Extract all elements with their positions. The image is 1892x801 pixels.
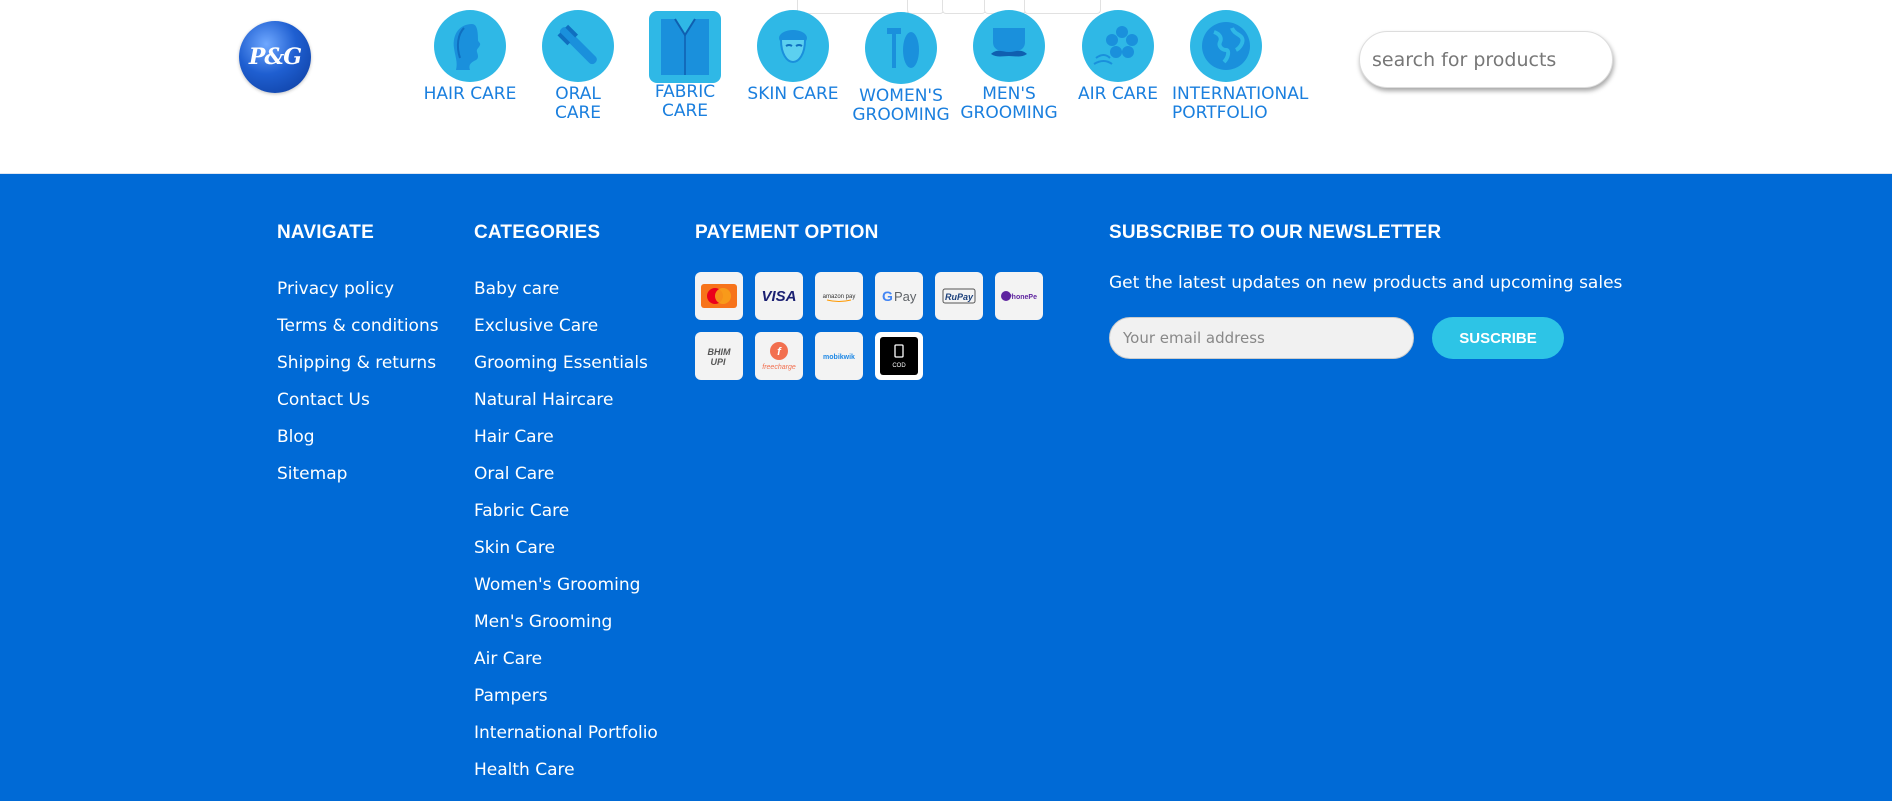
category-oral-care[interactable]: ORAL CARE (523, 10, 633, 123)
footer-category-link[interactable]: International Portfolio (474, 722, 658, 759)
payment-heading: PAYEMENT OPTION (695, 222, 879, 243)
category-fabric-care[interactable]: FABRIC CARE (630, 11, 740, 121)
svg-text:PhonePe: PhonePe (1007, 294, 1037, 301)
mastercard-icon (695, 272, 743, 320)
footer-category-link[interactable]: Fabric Care (474, 500, 658, 537)
category-skin-care[interactable]: SKIN CARE (738, 10, 848, 104)
category-mens-grooming[interactable]: MEN'S GROOMING (954, 10, 1064, 123)
footer-category-link[interactable]: Natural Haircare (474, 389, 658, 426)
shirt-icon (649, 11, 721, 83)
svg-text:COD: COD (892, 363, 906, 369)
cod-icon: COD (875, 332, 923, 380)
footer-category-link[interactable]: Baby care (474, 278, 658, 315)
woman-face-icon (434, 10, 506, 82)
svg-text:BHIM: BHIM (708, 347, 731, 357)
category-label: MEN'S GROOMING (960, 84, 1058, 123)
footer-link-blog[interactable]: Blog (277, 426, 439, 463)
rupay-icon: RuPay (935, 272, 983, 320)
navigate-heading: NAVIGATE (277, 222, 374, 243)
svg-text:freecharge: freecharge (762, 364, 796, 371)
footer-link-shipping[interactable]: Shipping & returns (277, 352, 439, 389)
footer-category-link[interactable]: Men's Grooming (474, 611, 658, 648)
footer-link-sitemap[interactable]: Sitemap (277, 463, 439, 500)
visa-icon: VISA (755, 272, 803, 320)
svg-text:mobikwik: mobikwik (823, 354, 855, 361)
footer-link-privacy-policy[interactable]: Privacy policy (277, 278, 439, 315)
categories-heading: CATEGORIES (474, 222, 601, 243)
email-field[interactable] (1109, 317, 1414, 359)
toothbrush-icon (542, 10, 614, 82)
freecharge-icon: f freecharge (755, 332, 803, 380)
pg-logo[interactable]: P&G (239, 21, 311, 93)
bhim-upi-icon: BHIM UPI (695, 332, 743, 380)
svg-text:amazon pay: amazon pay (823, 294, 856, 300)
amazon-pay-icon: amazon pay (815, 272, 863, 320)
site-footer: NAVIGATE Privacy policy Terms & conditio… (0, 174, 1892, 801)
footer-category-link[interactable]: Pampers (474, 685, 658, 722)
globe-icon (1190, 10, 1262, 82)
category-label: HAIR CARE (423, 84, 517, 104)
site-header: P&G HAIR CARE ORAL CARE FABRIC CARE SKIN… (0, 0, 1892, 175)
flower-icon (1082, 10, 1154, 82)
footer-category-link[interactable]: Health Care (474, 759, 658, 796)
category-air-care[interactable]: AIR CARE (1063, 10, 1173, 104)
subscribe-button[interactable]: SUSCRIBE (1432, 317, 1564, 359)
footer-category-link[interactable]: Air Care (474, 648, 658, 685)
footer-link-terms[interactable]: Terms & conditions (277, 315, 439, 352)
footer-link-contact[interactable]: Contact Us (277, 389, 439, 426)
svg-text:Pay: Pay (894, 289, 917, 304)
category-label: ORAL CARE (554, 84, 602, 123)
category-label: INTERNATIONAL PORTFOLIO (1172, 84, 1309, 123)
svg-text:VISA: VISA (761, 288, 796, 304)
navigate-list: Privacy policy Terms & conditions Shippi… (277, 278, 439, 500)
phonepe-icon: PhonePe (995, 272, 1043, 320)
mustache-icon (973, 10, 1045, 82)
footer-category-link[interactable]: Grooming Essentials (474, 352, 658, 389)
footer-category-link[interactable]: Women's Grooming (474, 574, 658, 611)
category-label: AIR CARE (1078, 84, 1158, 104)
google-pay-icon: G Pay (875, 272, 923, 320)
svg-text:RuPay: RuPay (945, 292, 974, 302)
category-label: WOMEN'S GROOMING (852, 86, 950, 125)
search-input[interactable] (1359, 31, 1613, 88)
newsletter-description: Get the latest updates on new products a… (1109, 273, 1623, 293)
categories-list: Baby care Exclusive Care Grooming Essent… (474, 278, 658, 796)
category-womens-grooming[interactable]: WOMEN'S GROOMING (846, 12, 956, 125)
mobikwik-icon: mobikwik (815, 332, 863, 380)
footer-category-link[interactable]: Skin Care (474, 537, 658, 574)
newsletter-heading: SUBSCRIBE TO OUR NEWSLETTER (1109, 222, 1442, 243)
svg-text:G: G (882, 288, 893, 304)
footer-category-link[interactable]: Hair Care (474, 426, 658, 463)
category-hair-care[interactable]: HAIR CARE (415, 10, 525, 104)
face-mask-icon (757, 10, 829, 82)
footer-category-link[interactable]: Exclusive Care (474, 315, 658, 352)
category-international-portfolio[interactable]: INTERNATIONAL PORTFOLIO (1172, 10, 1322, 123)
category-label: SKIN CARE (747, 84, 839, 104)
footer-category-link[interactable]: Oral Care (474, 463, 658, 500)
razor-pad-icon (865, 12, 937, 84)
logo-text: P&G (248, 44, 302, 70)
category-label: FABRIC CARE (654, 82, 716, 121)
svg-text:UPI: UPI (710, 357, 726, 367)
